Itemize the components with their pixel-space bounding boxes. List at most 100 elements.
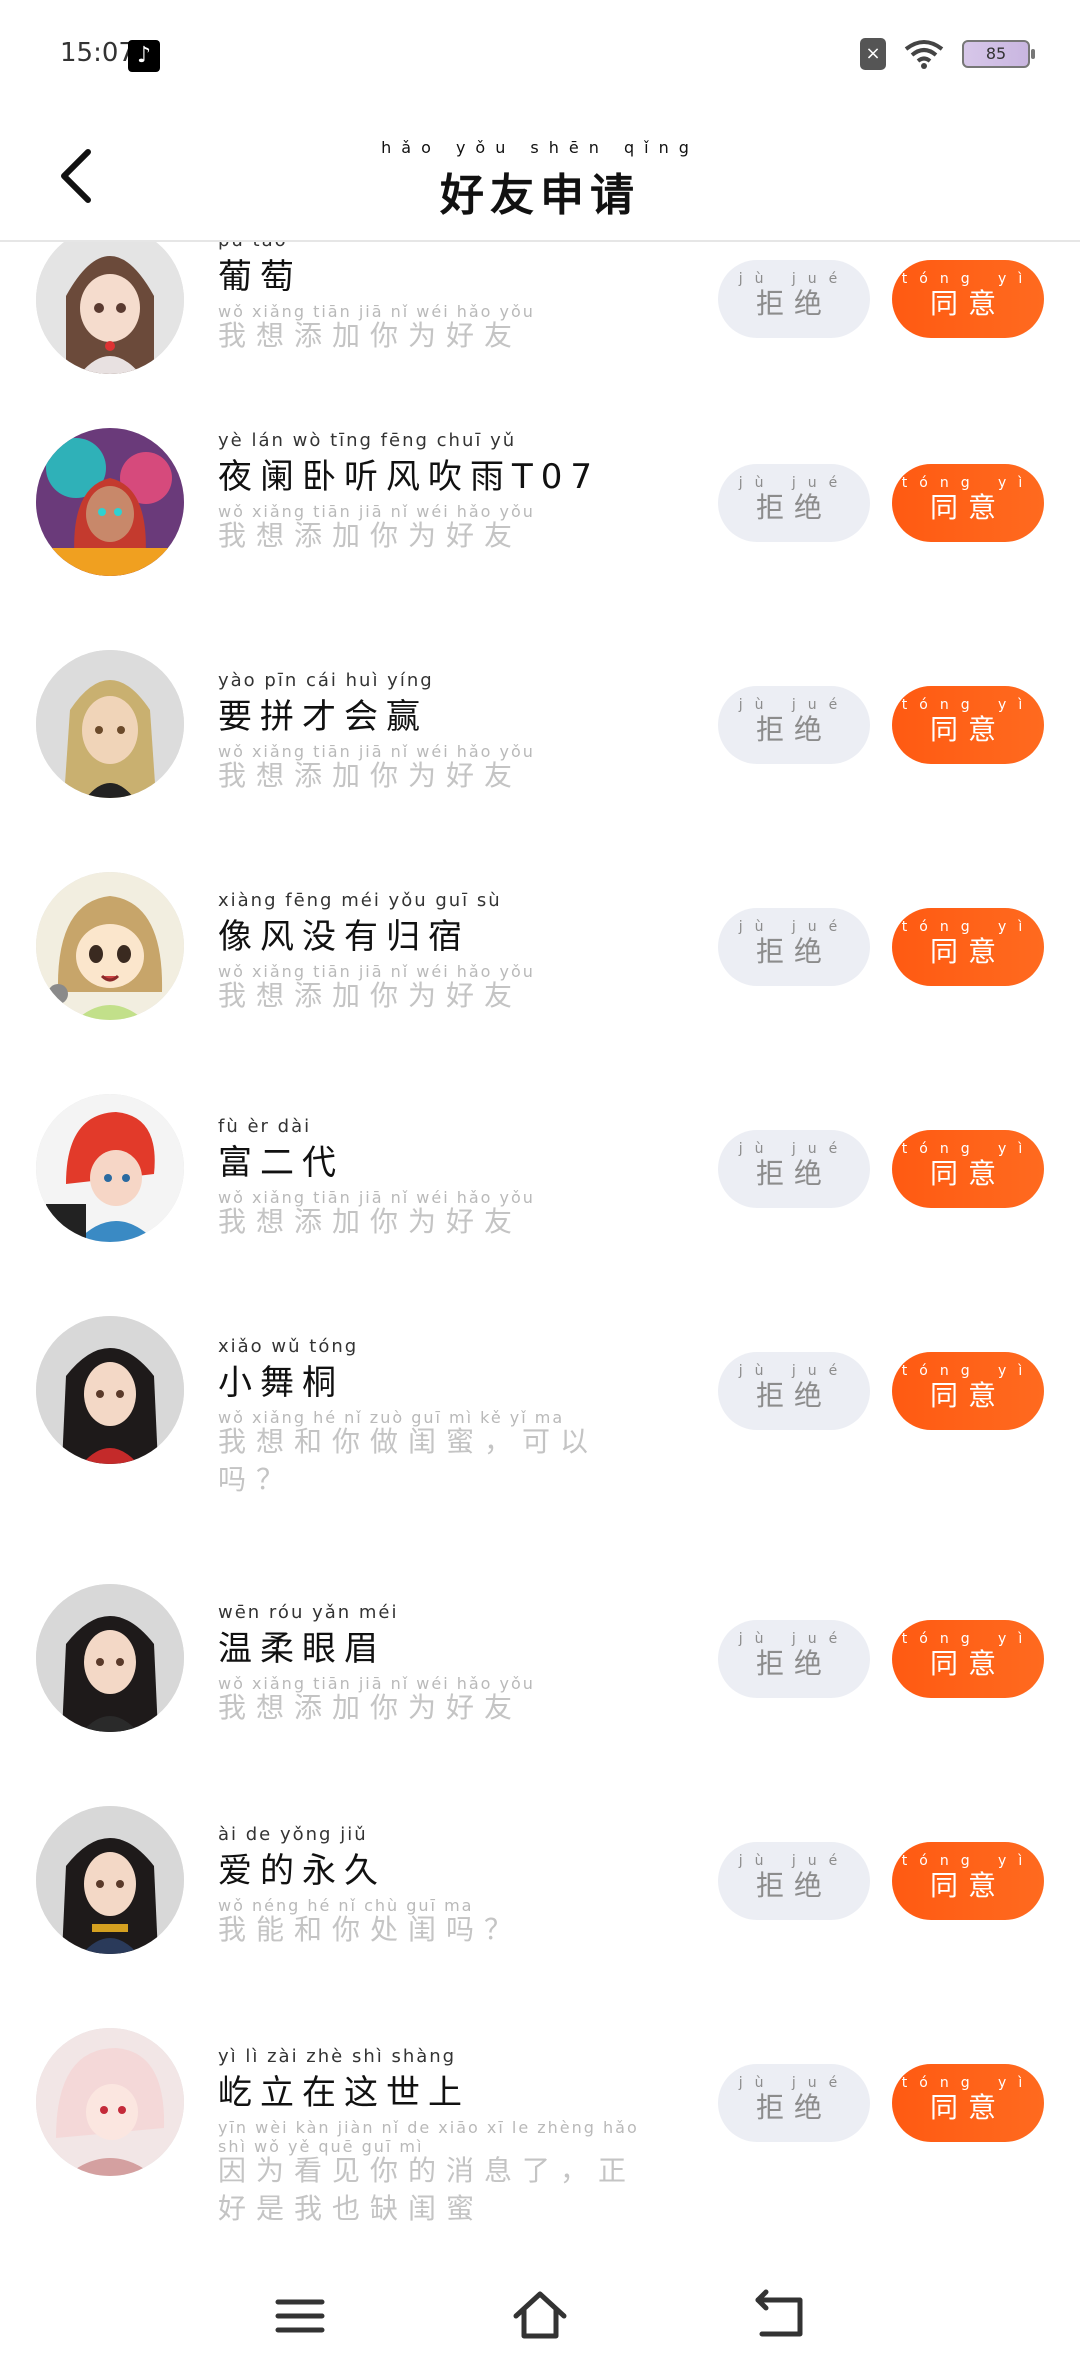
accept-label: 同意	[929, 491, 1006, 524]
reject-label: 拒绝	[755, 1869, 832, 1902]
name-pinyin: yè lán wò tīng fēng chuī yǔ	[218, 430, 517, 451]
request-message: 我想添加你为好友	[218, 1691, 523, 1724]
requester-name: 屹立在这世上	[218, 2073, 470, 2113]
name-pinyin: xiǎo wǔ tóng	[218, 1336, 359, 1357]
reject-pinyin: jù jué	[738, 1853, 850, 1869]
avatar[interactable]	[36, 872, 184, 1020]
reject-label: 拒绝	[755, 287, 832, 320]
list-item: yào pīn cái huì yíng 要拼才会赢 wǒ xiǎng tiān…	[0, 650, 1080, 850]
reject-label: 拒绝	[755, 491, 832, 524]
reject-button[interactable]: jù jué 拒绝	[718, 686, 870, 764]
reject-button[interactable]: jù jué 拒绝	[718, 2064, 870, 2142]
avatar[interactable]	[36, 1584, 184, 1732]
home-icon	[513, 2291, 567, 2339]
avatar[interactable]	[36, 1094, 184, 1242]
avatar[interactable]	[36, 428, 184, 576]
request-message: 我想和你做闺蜜，可以吗？	[218, 1425, 599, 1496]
reject-pinyin: jù jué	[738, 1363, 850, 1379]
reject-label: 拒绝	[755, 1157, 832, 1190]
home-button[interactable]	[510, 2286, 570, 2346]
name-pinyin: xiàng fēng méi yǒu guī sù	[218, 890, 502, 911]
accept-button[interactable]: tóng yì 同意	[892, 464, 1044, 542]
requester-name: 像风没有归宿	[218, 917, 470, 957]
reject-label: 拒绝	[755, 713, 832, 746]
reject-pinyin: jù jué	[738, 919, 850, 935]
reject-button[interactable]: jù jué 拒绝	[718, 1352, 870, 1430]
reject-pinyin: jù jué	[738, 1141, 850, 1157]
reject-button[interactable]: jù jué 拒绝	[718, 1130, 870, 1208]
reject-button[interactable]: jù jué 拒绝	[718, 1842, 870, 1920]
accept-pinyin: tóng yì	[901, 271, 1035, 287]
battery-icon: 85	[962, 40, 1035, 68]
requester-name: 小舞桐	[218, 1363, 344, 1403]
accept-button[interactable]: tóng yì 同意	[892, 260, 1044, 338]
friend-request-list[interactable]: pú táo 葡萄 wǒ xiǎng tiān jiā nǐ wéi hǎo y…	[0, 240, 1080, 2240]
avatar[interactable]	[36, 650, 184, 798]
avatar[interactable]	[36, 240, 184, 374]
message-pinyin: yīn wèi kàn jiàn nǐ de xiāo xī le zhèng …	[218, 2118, 639, 2156]
name-pinyin: ài de yǒng jiǔ	[218, 1824, 368, 1845]
accept-label: 同意	[929, 713, 1006, 746]
accept-pinyin: tóng yì	[901, 1363, 1035, 1379]
request-message: 我想添加你为好友	[218, 519, 523, 552]
list-item: xiàng fēng méi yǒu guī sù 像风没有归宿 wǒ xiǎn…	[0, 872, 1080, 1072]
accept-pinyin: tóng yì	[901, 1631, 1035, 1647]
reject-pinyin: jù jué	[738, 475, 850, 491]
reject-label: 拒绝	[755, 935, 832, 968]
avatar[interactable]	[36, 1316, 184, 1464]
request-message: 我想添加你为好友	[218, 759, 523, 792]
list-item: pú táo 葡萄 wǒ xiǎng tiān jiā nǐ wéi hǎo y…	[0, 240, 1080, 426]
accept-button[interactable]: tóng yì 同意	[892, 908, 1044, 986]
requester-name: 要拼才会赢	[218, 697, 428, 737]
accept-label: 同意	[929, 1647, 1006, 1680]
reject-button[interactable]: jù jué 拒绝	[718, 1620, 870, 1698]
requester-name: 葡萄	[218, 257, 302, 297]
page-title-pinyin: hǎo yǒu shēn qǐng	[381, 138, 699, 157]
accept-label: 同意	[929, 2091, 1006, 2124]
header: hǎo yǒu shēn qǐng 好友申请	[0, 110, 1080, 242]
accept-label: 同意	[929, 1379, 1006, 1412]
avatar[interactable]	[36, 1806, 184, 1954]
reject-button[interactable]: jù jué 拒绝	[718, 464, 870, 542]
page-title-text: 好友申请	[440, 170, 640, 221]
request-message: 因为看见你的消息了，正好是我也缺闺蜜	[218, 2154, 637, 2225]
reject-pinyin: jù jué	[738, 2075, 850, 2091]
menu-icon	[275, 2299, 325, 2333]
request-message: 我想添加你为好友	[218, 1205, 523, 1238]
request-message: 我想添加你为好友	[218, 319, 523, 352]
menu-button[interactable]	[270, 2286, 330, 2346]
wifi-icon	[904, 39, 944, 69]
list-item: fù èr dài 富二代 wǒ xiǎng tiān jiā nǐ wéi h…	[0, 1094, 1080, 1294]
requester-name: 富二代	[218, 1143, 344, 1183]
reject-pinyin: jù jué	[738, 271, 850, 287]
status-time: 15:07	[60, 38, 135, 68]
reject-button[interactable]: jù jué 拒绝	[718, 908, 870, 986]
reject-button[interactable]: jù jué 拒绝	[718, 260, 870, 338]
accept-pinyin: tóng yì	[901, 1853, 1035, 1869]
requester-name: 爱的永久	[218, 1851, 386, 1891]
system-nav-bar	[0, 2256, 1080, 2376]
reject-label: 拒绝	[755, 2091, 832, 2124]
tiktok-notification-icon: ♪	[128, 40, 160, 72]
list-item: yè lán wò tīng fēng chuī yǔ 夜阑卧听风吹雨T07 w…	[0, 428, 1080, 628]
status-right: × 85	[860, 38, 1035, 70]
back-nav-button[interactable]	[750, 2286, 810, 2346]
accept-label: 同意	[929, 1157, 1006, 1190]
list-item: xiǎo wǔ tóng 小舞桐 wǒ xiǎng hé nǐ zuò guī …	[0, 1316, 1080, 1576]
name-pinyin: fù èr dài	[218, 1116, 312, 1137]
accept-button[interactable]: tóng yì 同意	[892, 1130, 1044, 1208]
avatar[interactable]	[36, 2028, 184, 2176]
list-item: ài de yǒng jiǔ 爱的永久 wǒ néng hé nǐ chù gu…	[0, 1806, 1080, 2006]
accept-pinyin: tóng yì	[901, 697, 1035, 713]
accept-button[interactable]: tóng yì 同意	[892, 1620, 1044, 1698]
accept-button[interactable]: tóng yì 同意	[892, 686, 1044, 764]
accept-button[interactable]: tóng yì 同意	[892, 1842, 1044, 1920]
accept-button[interactable]: tóng yì 同意	[892, 1352, 1044, 1430]
reject-pinyin: jù jué	[738, 1631, 850, 1647]
list-item: yì lì zài zhè shì shàng 屹立在这世上 yīn wèi k…	[0, 2028, 1080, 2240]
request-message: 我想添加你为好友	[218, 979, 523, 1012]
accept-pinyin: tóng yì	[901, 1141, 1035, 1157]
sim-off-icon: ×	[860, 38, 886, 70]
accept-pinyin: tóng yì	[901, 475, 1035, 491]
accept-button[interactable]: tóng yì 同意	[892, 2064, 1044, 2142]
